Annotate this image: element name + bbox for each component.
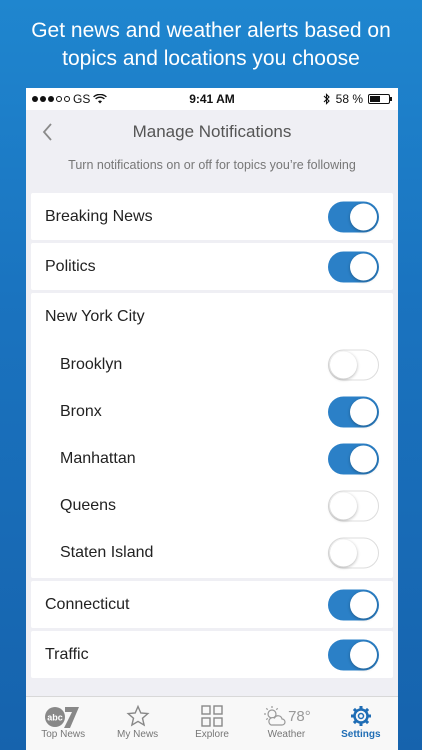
tab-top-news[interactable]: abc Top News <box>26 697 100 750</box>
topic-label: Traffic <box>45 645 89 663</box>
borough-label: Queens <box>60 496 117 514</box>
svg-text:abc: abc <box>47 713 63 723</box>
topic-label: Politics <box>45 257 96 275</box>
borough-row-bronx: Bronx <box>31 388 393 435</box>
grid-icon <box>201 705 223 727</box>
topic-row-breaking-news: Breaking News <box>31 193 393 240</box>
bronx-toggle[interactable] <box>328 396 379 427</box>
manhattan-toggle[interactable] <box>328 443 379 474</box>
battery-percent: 58 % <box>335 92 363 106</box>
breaking-news-toggle[interactable] <box>328 201 379 232</box>
bluetooth-icon <box>323 93 330 105</box>
headline-line-1: Get news and weather alerts based on <box>31 18 391 42</box>
nyc-header-row: New York City <box>31 293 393 341</box>
tab-label: Top News <box>41 729 86 740</box>
borough-row-queens: Queens <box>31 482 393 529</box>
borough-label: Staten Island <box>60 543 154 561</box>
tab-weather[interactable]: 78° Weather <box>249 697 323 750</box>
headline-line-2: topics and locations you choose <box>62 46 360 70</box>
page-title: Manage Notifications <box>132 122 292 141</box>
borough-label: Bronx <box>60 402 102 420</box>
tab-my-news[interactable]: My News <box>100 697 174 750</box>
borough-row-staten-island: Staten Island <box>31 529 393 576</box>
promo-headline: Get news and weather alerts based on top… <box>0 0 422 85</box>
politics-toggle[interactable] <box>328 251 379 282</box>
tab-explore[interactable]: Explore <box>175 697 249 750</box>
tab-label: Settings <box>341 729 381 740</box>
page-subtitle: Turn notifications on or off for topics … <box>68 158 356 172</box>
phone-screen: GS 9:41 AM 58 % Manage Notifications Tur… <box>26 88 398 750</box>
staten-island-toggle[interactable] <box>328 537 379 568</box>
abc7-logo-icon: abc <box>45 707 80 728</box>
topic-label: Breaking News <box>45 207 153 225</box>
topic-row-politics: Politics <box>31 243 393 290</box>
topic-card: Connecticut <box>31 581 393 628</box>
notification-list: Breaking News Politics New York City Bro… <box>31 193 393 681</box>
topic-card: Politics <box>31 243 393 290</box>
topic-row-connecticut: Connecticut <box>31 581 393 628</box>
partly-sunny-icon <box>264 706 286 726</box>
nyc-card: New York City Brooklyn Bronx Manhattan Q… <box>31 293 393 578</box>
star-icon <box>126 704 150 727</box>
weather-temp: 78° <box>288 707 311 725</box>
connecticut-toggle[interactable] <box>328 589 379 620</box>
borough-label: Manhattan <box>60 449 136 467</box>
battery-icon <box>368 94 392 104</box>
status-bar: GS 9:41 AM 58 % <box>26 88 398 110</box>
navigation-bar: Manage Notifications <box>26 110 398 155</box>
nyc-header: New York City <box>45 308 145 325</box>
queens-toggle[interactable] <box>328 490 379 521</box>
tab-label: Explore <box>195 729 229 740</box>
brooklyn-toggle[interactable] <box>328 349 379 380</box>
tab-label: Weather <box>267 729 306 740</box>
tab-bar: abc Top News My News Explore 78° Weather… <box>26 696 398 750</box>
tab-settings[interactable]: Settings <box>324 697 398 750</box>
borough-row-brooklyn: Brooklyn <box>31 341 393 388</box>
topic-card: Traffic <box>31 631 393 678</box>
traffic-toggle[interactable] <box>328 639 379 670</box>
tab-label: My News <box>117 729 159 740</box>
borough-label: Brooklyn <box>60 355 123 373</box>
topic-label: Connecticut <box>45 595 130 613</box>
topic-row-traffic: Traffic <box>31 631 393 678</box>
borough-row-manhattan: Manhattan <box>31 435 393 482</box>
gear-icon <box>350 706 371 726</box>
topic-card: Breaking News <box>31 193 393 240</box>
